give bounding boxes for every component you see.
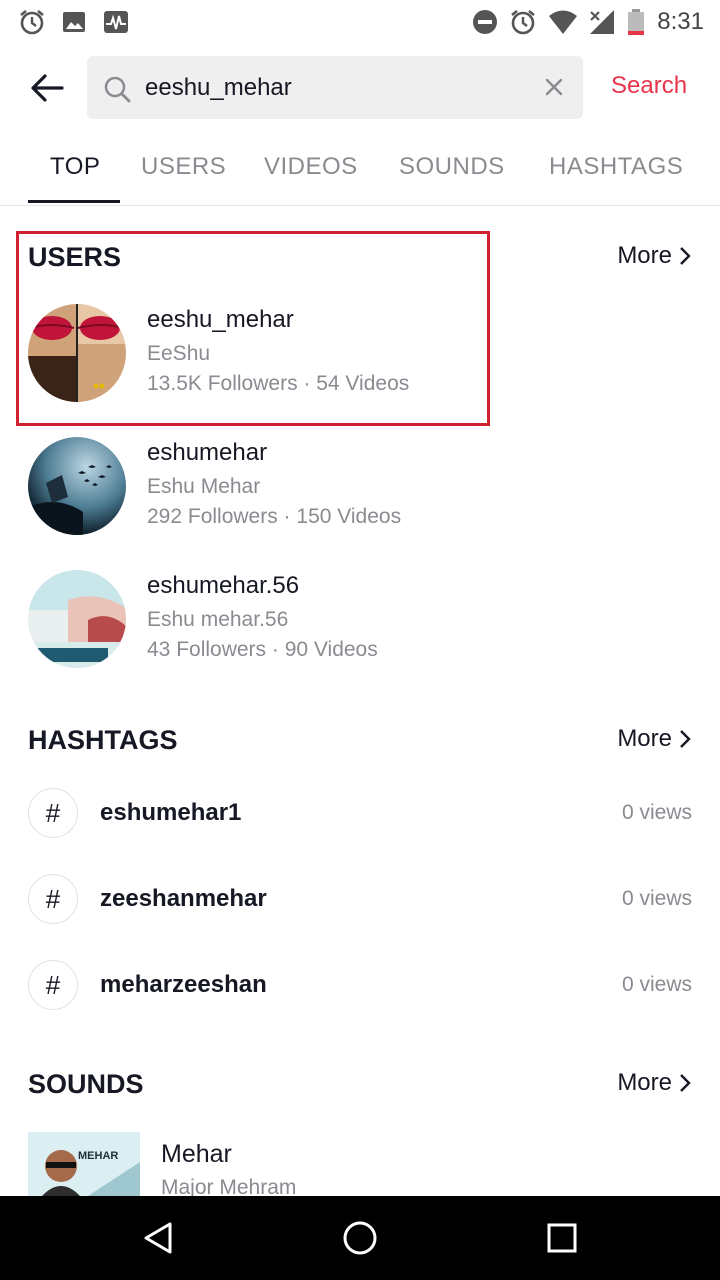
user-stats: 292 Followers · 150 Videos <box>147 505 402 528</box>
avatar <box>28 570 126 668</box>
status-bar: 8:31 <box>0 0 720 44</box>
tab-top[interactable]: TOP <box>50 153 100 181</box>
hashtag-views: 0 views <box>621 801 692 824</box>
sounds-more-label: More <box>617 1069 672 1096</box>
clear-icon[interactable] <box>543 76 565 98</box>
hashtag-name: meharzeeshan <box>100 971 267 998</box>
chevron-right-icon <box>680 1074 691 1092</box>
sound-cover-image: MEHAR <box>28 1132 140 1196</box>
chevron-right-icon <box>680 247 691 265</box>
hashtag-name: zeeshanmehar <box>100 885 267 912</box>
sounds-section-title: SOUNDS <box>28 1069 144 1099</box>
avatar <box>28 304 126 402</box>
back-arrow-icon[interactable] <box>26 66 70 110</box>
hashtag-views: 0 views <box>621 887 692 910</box>
nav-recents-icon[interactable] <box>540 1216 584 1260</box>
chevron-right-icon <box>680 730 691 748</box>
tab-videos[interactable]: VIDEOS <box>264 153 358 181</box>
system-nav-bar <box>0 1196 720 1280</box>
nav-home-icon[interactable] <box>338 1216 382 1260</box>
pulse-icon <box>104 11 128 33</box>
avatar <box>28 437 126 535</box>
active-tab-indicator <box>28 200 120 203</box>
hashtag-icon: # <box>28 788 78 838</box>
user-display-name: EeShu <box>147 342 211 365</box>
status-time: 8:31 <box>657 8 704 35</box>
user-row[interactable]: eshumehar Eshu Mehar 292 Followers · 150… <box>28 437 688 537</box>
user-handle: eshumehar.56 <box>147 572 300 599</box>
tab-users[interactable]: USERS <box>141 153 226 181</box>
wifi-icon <box>549 10 577 34</box>
hashtags-more-label: More <box>617 725 672 752</box>
user-row[interactable]: eeshu_mehar EeShu 13.5K Followers · 54 V… <box>28 304 688 404</box>
user-row[interactable]: eshumehar.56 Eshu mehar.56 43 Followers … <box>28 570 688 670</box>
sound-row[interactable]: MEHAR Mehar Major Mehram <box>28 1132 692 1199</box>
users-more-button[interactable]: More <box>617 242 692 270</box>
hashtag-icon: # <box>28 960 78 1010</box>
image-icon <box>63 12 85 32</box>
sound-title: Mehar <box>161 1140 232 1168</box>
search-icon <box>104 76 131 103</box>
user-display-name: Eshu mehar.56 <box>147 608 289 631</box>
search-input[interactable] <box>145 66 525 110</box>
search-box[interactable] <box>87 56 583 119</box>
user-stats: 43 Followers · 90 Videos <box>147 638 378 661</box>
alarm-icon <box>20 9 44 35</box>
hashtag-icon: # <box>28 874 78 924</box>
user-handle: eeshu_mehar <box>147 306 294 333</box>
hashtag-name: eshumehar1 <box>100 799 242 826</box>
tab-sounds[interactable]: SOUNDS <box>399 153 505 181</box>
hashtags-more-button[interactable]: More <box>617 725 692 753</box>
user-display-name: Eshu Mehar <box>147 475 261 498</box>
tab-hashtags[interactable]: HASHTAGS <box>549 153 683 181</box>
user-handle: eshumehar <box>147 439 268 466</box>
sounds-more-button[interactable]: More <box>617 1069 692 1097</box>
hashtag-row[interactable]: # eshumehar1 0 views <box>28 788 692 840</box>
sound-cover-text: MEHAR <box>78 1150 118 1162</box>
alarm-icon <box>511 9 535 35</box>
do-not-disturb-icon <box>473 10 497 34</box>
search-button[interactable]: Search <box>611 72 687 100</box>
hashtag-row[interactable]: # meharzeeshan 0 views <box>28 960 692 1012</box>
search-tabs: TOP USERS VIDEOS SOUNDS HASHTAGS <box>0 150 720 206</box>
user-stats: 13.5K Followers · 54 Videos <box>147 372 410 395</box>
hashtag-row[interactable]: # zeeshanmehar 0 views <box>28 874 692 926</box>
nav-back-icon[interactable] <box>136 1216 180 1260</box>
battery-icon <box>628 9 644 35</box>
signal-icon <box>590 10 614 34</box>
hashtags-section-title: HASHTAGS <box>28 725 178 755</box>
hashtag-views: 0 views <box>621 973 692 996</box>
users-more-label: More <box>617 242 672 269</box>
